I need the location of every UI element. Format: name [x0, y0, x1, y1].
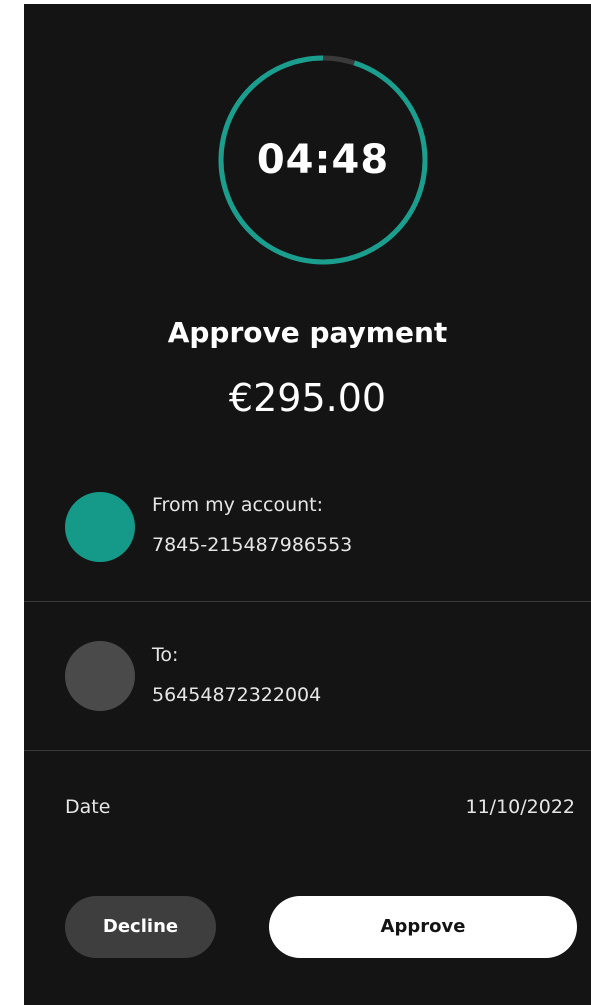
- payment-amount: €295.00: [228, 376, 387, 420]
- from-account-row: From my account: 7845-215487986553: [24, 474, 591, 622]
- to-account-label: To:: [152, 644, 179, 666]
- divider: [24, 750, 591, 751]
- countdown-value: 04:48: [256, 137, 390, 183]
- to-account-avatar: [65, 641, 135, 711]
- payment-approval-screen: 04:48 Approve payment €295.00 From my ac…: [24, 4, 591, 1005]
- to-account-number: 56454872322004: [152, 684, 322, 706]
- countdown-timer: 04:48: [217, 54, 429, 266]
- from-account-avatar: [65, 492, 135, 562]
- date-value: 11/10/2022: [465, 796, 575, 818]
- approve-button[interactable]: Approve: [269, 896, 577, 958]
- from-account-number: 7845-215487986553: [152, 534, 353, 556]
- page-title: Approve payment: [167, 316, 448, 349]
- decline-button[interactable]: Decline: [65, 896, 216, 958]
- from-account-label: From my account:: [152, 494, 323, 516]
- date-label: Date: [65, 796, 111, 818]
- divider: [24, 601, 591, 602]
